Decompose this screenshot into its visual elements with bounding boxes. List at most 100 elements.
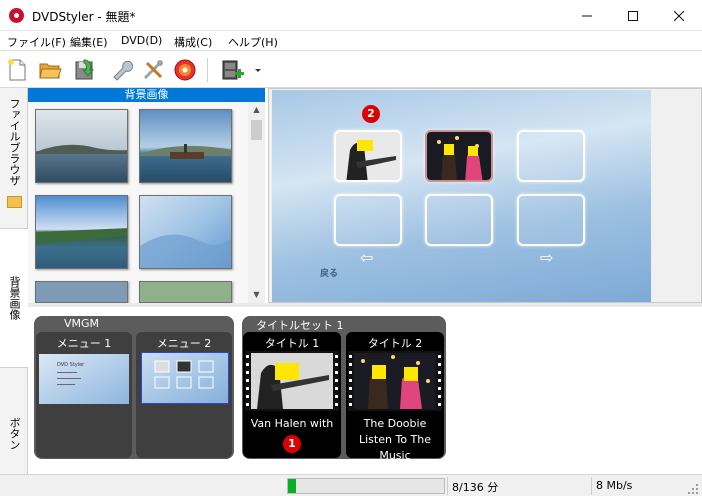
minimize-button[interactable] [564, 0, 610, 31]
blue-wave-image [140, 196, 231, 268]
duration-status: 8/136 分 [452, 481, 499, 494]
status-separator [447, 477, 448, 495]
settings-tools-icon [143, 60, 163, 80]
dropdown-arrow-icon [255, 69, 261, 72]
window-title: DVDStyler - 無題* [32, 10, 136, 24]
status-separator [591, 477, 592, 495]
vmgm-menu-2-card[interactable]: メニュー 2 [136, 332, 232, 458]
annotation-badge-1: 1 [283, 435, 301, 453]
add-video-button[interactable] [220, 58, 244, 82]
add-video-dropdown[interactable] [252, 58, 264, 82]
back-label[interactable]: 戻る [320, 266, 338, 279]
folder-icon [7, 196, 22, 208]
title-2-title: タイトル 2 [367, 337, 423, 350]
performers-thumbnail [427, 132, 491, 180]
titleset-1-label: タイトルセット 1 [256, 319, 344, 332]
save-button[interactable] [72, 58, 96, 82]
wrench-icon [113, 60, 134, 81]
next-arrow-icon[interactable]: ⇨ [540, 248, 553, 267]
title-2-card[interactable]: タイトル 2 The Doobie Listen To The Music [346, 332, 444, 462]
background-thumb-sea-coast[interactable] [35, 109, 128, 183]
menu-button-title-1[interactable] [334, 130, 402, 182]
toolbar-separator [207, 58, 208, 82]
ship-harbor-image [140, 110, 231, 182]
vmgm-menu-1-preview-text: DVD Styler [57, 362, 85, 368]
burn-button[interactable] [173, 58, 197, 82]
guitarist-video-frame [245, 351, 339, 411]
tab-backgrounds[interactable]: 背景画像 [0, 228, 28, 368]
vmgm-menu-1-title: メニュー 1 [56, 337, 112, 350]
open-button[interactable] [38, 58, 62, 82]
bitrate-status: 8 Mb/s [596, 479, 633, 492]
disc-usage-progress [287, 478, 445, 494]
background-panel-header: 背景画像 [28, 88, 265, 102]
guitarist-thumbnail [336, 132, 400, 180]
background-panel-scrollbar[interactable]: ▲ ▼ [248, 102, 265, 303]
tab-backgrounds-label: 背景画像 [8, 276, 21, 320]
vmgm-menu-2-title: メニュー 2 [156, 337, 212, 350]
maximize-icon [628, 10, 638, 21]
menu-bar: ファイル(F) 編集(E) DVD(D) 構成(C) ヘルプ(H) [0, 31, 702, 51]
green-blur-image [140, 282, 231, 302]
menu-file[interactable]: ファイル(F) [7, 34, 66, 50]
maximize-button[interactable] [610, 0, 656, 31]
background-thumb-ship[interactable] [139, 109, 232, 183]
title-bar: DVDStyler - 無題* [0, 0, 702, 31]
performers-video-frame [348, 351, 442, 411]
menu-canvas[interactable]: ⇦ ⇨ 戻る 2 [272, 90, 651, 302]
menu-button-title-2[interactable] [425, 130, 493, 182]
background-thumb-blue-wave[interactable] [139, 195, 232, 269]
vmgm-label: VMGM [64, 317, 100, 330]
scroll-down-icon[interactable]: ▼ [248, 287, 265, 303]
new-file-button[interactable] [5, 58, 29, 82]
close-icon [674, 10, 684, 21]
add-video-icon [222, 60, 244, 80]
vmgm-menu-1-card[interactable]: メニュー 1 DVD Styler [36, 332, 132, 458]
background-thumb-blue-gray[interactable] [35, 281, 128, 303]
new-file-icon [8, 59, 26, 81]
titleset-manager: VMGM メニュー 1 DVD Styler メニュー 2 タイトルセット 1 … [28, 307, 702, 474]
menu-edit[interactable]: 編集(E) [70, 34, 108, 50]
tab-file-browser[interactable]: ファイルブラウザ [0, 92, 28, 192]
title-2-caption: The Doobie Listen To The Music [359, 417, 431, 462]
menu-dvd[interactable]: DVD(D) [121, 34, 162, 47]
wrench-button[interactable] [109, 58, 134, 82]
title-1-caption: Van Halen with [250, 417, 334, 430]
side-tab-bar: ファイルブラウザ 背景画像 ボタン [0, 88, 28, 474]
dvdstyler-app-icon[interactable] [9, 8, 24, 23]
tab-buttons[interactable]: ボタン [0, 398, 28, 468]
vmgm-menu-1-preview: DVD Styler [39, 354, 129, 404]
menu-button-empty-6[interactable] [517, 194, 585, 246]
menu-preview-image: DVD Styler [39, 354, 129, 404]
minimize-icon [582, 15, 592, 16]
resize-grip-icon[interactable] [687, 483, 699, 495]
menu-button-empty-5[interactable] [425, 194, 493, 246]
menu-button-empty-3[interactable] [517, 130, 585, 182]
background-thumb-lakeshore[interactable] [35, 195, 128, 269]
background-panel: 背景画像 ▲ ▼ [28, 88, 265, 303]
status-bar: 8/136 分 8 Mb/s [0, 474, 702, 496]
menu-editor: ⇦ ⇨ 戻る 2 [268, 88, 702, 303]
scroll-thumb[interactable] [251, 120, 262, 140]
title-1-card[interactable]: タイトル 1 Van Halen with 1 [243, 332, 341, 458]
lakeshore-image [36, 196, 127, 268]
annotation-badge-2: 2 [362, 105, 380, 123]
menu-preview-image [142, 353, 228, 403]
menu-button-empty-4[interactable] [334, 194, 402, 246]
close-button[interactable] [656, 0, 702, 31]
open-folder-icon [39, 63, 62, 79]
scroll-up-icon[interactable]: ▲ [248, 102, 265, 118]
burn-disc-icon [174, 59, 196, 81]
settings-button[interactable] [141, 58, 165, 82]
previous-arrow-icon[interactable]: ⇦ [360, 248, 373, 267]
sea-coast-image [36, 110, 127, 182]
title-1-preview [245, 351, 339, 411]
title-1-title: タイトル 1 [264, 337, 320, 350]
menu-configure[interactable]: 構成(C) [174, 34, 212, 50]
disc-usage-progress-fill [288, 479, 296, 493]
save-icon [75, 59, 95, 80]
blue-gray-image [36, 282, 127, 302]
background-thumb-green-blur[interactable] [139, 281, 232, 303]
menu-help[interactable]: ヘルプ(H) [228, 34, 278, 50]
tab-file-browser-label: ファイルブラウザ [8, 98, 21, 186]
